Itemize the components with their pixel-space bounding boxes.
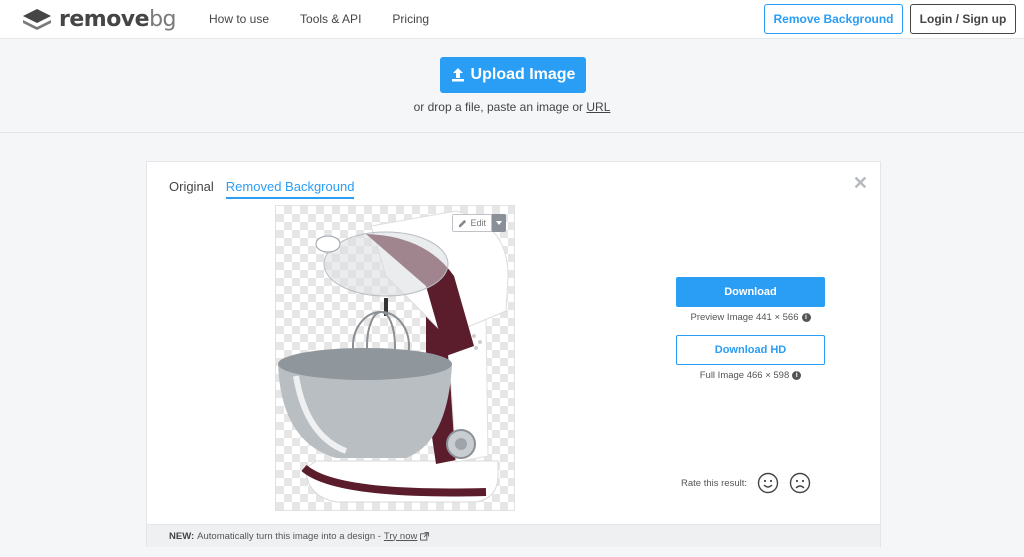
edit-button[interactable]: Edit	[452, 214, 506, 232]
new-feature-bar: NEW: Automatically turn this image into …	[147, 524, 880, 547]
url-link[interactable]: URL	[586, 100, 610, 114]
caret-down-icon[interactable]	[492, 214, 506, 232]
new-feature-text: Automatically turn this image into a des…	[197, 530, 381, 542]
remove-background-button[interactable]: Remove Background	[764, 4, 903, 34]
result-preview-image: Edit	[275, 205, 515, 511]
stand-mixer-image	[278, 210, 509, 503]
preview-info-text: Preview Image 441 × 566	[690, 312, 799, 323]
main-nav: How to use Tools & API Pricing	[209, 12, 460, 26]
external-link-icon[interactable]	[420, 531, 430, 541]
new-label: NEW:	[169, 530, 195, 542]
download-button[interactable]: Download	[676, 277, 825, 307]
top-header: removebg How to use Tools & API Pricing …	[0, 0, 1024, 39]
try-now-link[interactable]: Try now	[384, 531, 417, 542]
login-signup-button[interactable]: Login / Sign up	[910, 4, 1016, 34]
result-tabs: Original Removed Background	[169, 179, 366, 199]
pencil-icon	[459, 219, 467, 227]
info-icon[interactable]: i	[792, 371, 802, 380]
upload-hint: or drop a file, paste an image or URL	[0, 100, 1024, 114]
download-hd-button[interactable]: Download HD	[676, 335, 825, 365]
tab-removed-background[interactable]: Removed Background	[225, 179, 355, 199]
upload-hint-text: or drop a file, paste an image or	[413, 100, 584, 114]
upload-image-button[interactable]: Upload Image	[440, 57, 586, 93]
frown-icon[interactable]	[789, 472, 811, 494]
info-icon[interactable]: i	[801, 313, 811, 322]
close-icon[interactable]: ✕	[853, 174, 868, 192]
upload-image-label: Upload Image	[470, 66, 576, 83]
rate-result: Rate this result:	[681, 472, 811, 494]
result-card: Original Removed Background ✕ Edit Downl…	[146, 161, 881, 547]
nav-tools-api[interactable]: Tools & API	[300, 12, 361, 26]
brand-name: removebg	[59, 6, 177, 32]
smile-icon[interactable]	[757, 472, 779, 494]
edit-main[interactable]: Edit	[452, 214, 492, 232]
rate-label: Rate this result:	[681, 477, 747, 489]
edit-label: Edit	[470, 218, 486, 228]
logo-icon	[23, 9, 51, 30]
tab-original[interactable]: Original	[169, 179, 214, 199]
section-divider	[0, 132, 1024, 133]
nav-pricing[interactable]: Pricing	[392, 12, 429, 26]
upload-icon	[451, 68, 464, 82]
preview-info: Preview Image 441 × 566 i	[676, 312, 825, 323]
brand-logo[interactable]: removebg	[21, 6, 177, 32]
full-info-text: Full Image 466 × 598	[699, 370, 790, 381]
nav-how-to-use[interactable]: How to use	[209, 12, 269, 26]
full-image-info: Full Image 466 × 598 i	[676, 370, 825, 381]
